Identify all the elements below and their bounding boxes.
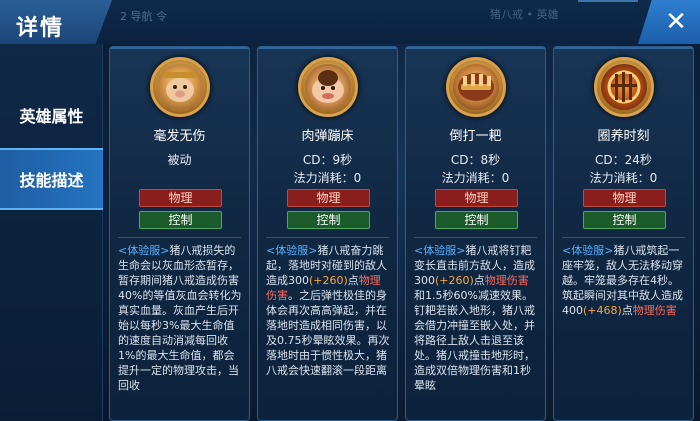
skill-description: <体验服>猪八戒筑起一座牢笼，敌人无法移动穿越。牢笼最多存在4秒。筑起瞬间对其中… [562, 243, 687, 318]
experience-server-label: <体验服> [562, 244, 614, 257]
close-decoration [578, 0, 638, 44]
skill-cooldown: CD：9秒 [302, 153, 353, 167]
damage-scaling: (+260) [435, 274, 474, 287]
physical-tag: 物理 [287, 189, 370, 207]
close-icon: ✕ [665, 7, 687, 37]
control-tag: 控制 [435, 211, 518, 229]
description-text: 点 [347, 274, 359, 287]
sidebar-item-hero-attributes[interactable]: 英雄属性 [0, 86, 103, 144]
control-tag: 控制 [139, 211, 222, 229]
experience-server-label: <体验服> [118, 244, 170, 257]
damage-scaling: (+260) [309, 274, 348, 287]
skill-mana-cost: 法力消耗：0 [441, 171, 510, 185]
skill-description: <体验服>猪八戒将钉耙变长直击前方敌人，造成300(+260)点物理伤害和1.5… [414, 243, 539, 393]
skill-name: 圈养时刻 [597, 129, 650, 144]
skill-name: 肉弹蹦床 [301, 129, 354, 144]
physical-tag: 物理 [435, 189, 518, 207]
physical-tag: 物理 [139, 189, 222, 207]
description-text: 点 [473, 274, 485, 287]
belly-bounce-icon [298, 57, 358, 117]
skill-name: 毫发无伤 [153, 129, 206, 144]
skill-card[interactable]: 肉弹蹦床 CD：9秒 法力消耗：0 物理 控制 <体验服>猪八戒奋力跳起，落地时… [257, 46, 398, 421]
rake-strike-icon [446, 57, 506, 117]
boar-shield-icon [150, 57, 210, 117]
sidebar-item-skill-description[interactable]: 技能描述 [0, 148, 103, 210]
skill-card[interactable]: 毫发无伤 被动 物理 控制 <体验服>猪八戒损失的生命会以灰血形态暂存，暂存期间… [109, 46, 250, 421]
experience-server-label: <体验服> [414, 244, 466, 257]
skill-name: 倒打一耙 [449, 129, 502, 144]
description-text: 猪八戒损失的生命会以灰血形态暂存，暂存期间猪八戒造成伤害40%的等值灰血会转化为… [118, 244, 242, 392]
physical-tag: 物理 [583, 189, 666, 207]
skill-mana-cost: 法力消耗：0 [589, 171, 658, 185]
sidebar-item-label: 技能描述 [19, 171, 84, 190]
control-tag: 控制 [583, 211, 666, 229]
divider [118, 237, 241, 238]
skill-description: <体验服>猪八戒损失的生命会以灰血形态暂存，暂存期间猪八戒造成伤害40%的等值灰… [118, 243, 243, 393]
description-text: 和1.5秒60%减速效果。钉耙若嵌入地形，猪八戒会借力冲撞至嵌入处，并将路径上敌… [414, 289, 535, 392]
header-ghost-text: 2 导航 令 [120, 10, 167, 23]
skill-passive-label: 被动 [167, 153, 192, 167]
control-tag: 控制 [287, 211, 370, 229]
description-text: 。之后弹性极佳的身体会再次高高弹起，并在落地时造成相同伤害，以及0.75秒晕眩效… [266, 289, 390, 377]
skill-card[interactable]: 圈养时刻 CD：24秒 法力消耗：0 物理 控制 <体验服>猪八戒筑起一座牢笼，… [553, 46, 694, 421]
cage-trap-icon [594, 57, 654, 117]
damage-type: 物理伤害 [632, 304, 677, 317]
damage-type: 物理伤害 [484, 274, 529, 287]
divider [414, 237, 537, 238]
description-text: 点 [621, 304, 633, 317]
experience-server-label: <体验服> [266, 244, 318, 257]
header-ghost-text-right: 猪八戒 • 英雄 [490, 8, 559, 21]
divider [266, 237, 389, 238]
sidebar: 英雄属性 技能描述 [0, 44, 103, 421]
skill-cooldown: CD：8秒 [450, 153, 501, 167]
page-title: 详情 [16, 16, 65, 41]
skill-card[interactable]: 倒打一耙 CD：8秒 法力消耗：0 物理 控制 <体验服>猪八戒将钉耙变长直击前… [405, 46, 546, 421]
skill-mana-cost: 法力消耗：0 [293, 171, 362, 185]
damage-scaling: (+468) [583, 304, 622, 317]
sidebar-item-label: 英雄属性 [19, 107, 84, 126]
skill-cooldown: CD：24秒 [595, 153, 652, 167]
divider [562, 237, 685, 238]
skill-description: <体验服>猪八戒奋力跳起，落地时对碰到的敌人造成300(+260)点物理伤害。之… [266, 243, 391, 378]
